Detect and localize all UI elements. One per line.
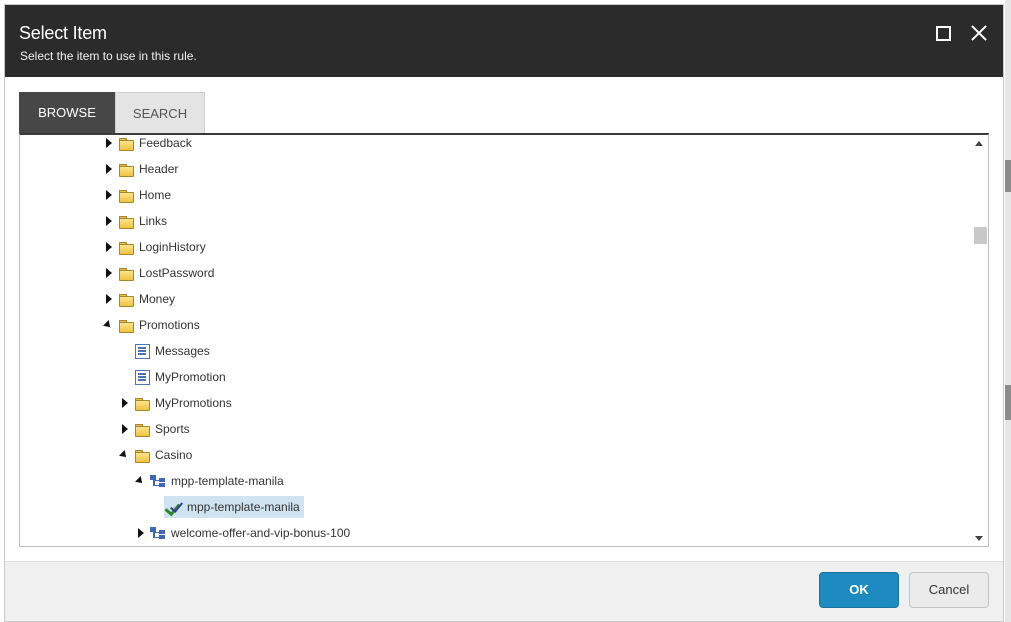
tree-node[interactable]: LostPassword: [102, 262, 214, 284]
folder-icon: [118, 291, 134, 307]
maximize-icon: [936, 26, 951, 41]
tree-node[interactable]: MyPromotions: [118, 392, 232, 414]
template-icon: [150, 473, 166, 489]
check-icon: [166, 499, 182, 515]
scroll-up-icon[interactable]: [975, 141, 983, 146]
folder-icon: [118, 317, 134, 333]
dialog-subtitle: Select the item to use in this rule.: [20, 49, 197, 63]
tree-node[interactable]: Links: [102, 210, 167, 232]
tree-node[interactable]: welcome-offer-and-vip-bonus-100: [134, 522, 350, 544]
collapse-arrow-icon[interactable]: [102, 318, 116, 332]
expand-arrow-icon[interactable]: [102, 292, 116, 306]
tree-panel: Feedback Header Home Links LoginHistory LostP…: [19, 133, 989, 547]
close-button[interactable]: [969, 23, 989, 43]
selected-item[interactable]: mpp-template-manila: [164, 496, 304, 518]
folder-icon: [118, 213, 134, 229]
tree-node-label[interactable]: mpp-template-manila: [171, 474, 284, 488]
vertical-scrollbar[interactable]: [971, 135, 988, 546]
tree-node-label[interactable]: Promotions: [139, 318, 200, 332]
tree-node[interactable]: MyPromotion: [118, 366, 226, 388]
expand-arrow-icon[interactable]: [102, 266, 116, 280]
tree-node[interactable]: Feedback: [102, 135, 192, 154]
tree-node-label[interactable]: MyPromotion: [155, 370, 226, 384]
folder-icon: [134, 447, 150, 463]
scroll-thumb[interactable]: [974, 227, 987, 244]
expand-arrow-icon[interactable]: [102, 214, 116, 228]
tree-node[interactable]: Home: [102, 184, 171, 206]
tree-node-label[interactable]: Messages: [155, 344, 210, 358]
tree-node-label[interactable]: mpp-template-manila: [187, 500, 300, 514]
tree-node-label[interactable]: Casino: [155, 448, 192, 462]
tree-node[interactable]: Money: [102, 288, 175, 310]
tree-node[interactable]: LoginHistory: [102, 236, 206, 258]
expand-arrow-icon[interactable]: [118, 396, 132, 410]
folder-icon: [118, 187, 134, 203]
template-icon: [150, 525, 166, 541]
folder-icon: [118, 239, 134, 255]
tree-node[interactable]: Header: [102, 158, 178, 180]
dialog-footer: OK Cancel: [5, 561, 1003, 621]
expand-arrow-icon[interactable]: [134, 526, 148, 540]
tree-node[interactable]: Casino: [118, 444, 192, 466]
tree-node-label[interactable]: Feedback: [139, 136, 192, 150]
ok-button[interactable]: OK: [819, 572, 899, 608]
tree-node-label[interactable]: MyPromotions: [155, 396, 232, 410]
item-icon: [134, 343, 150, 359]
tab-browse[interactable]: BROWSE: [19, 92, 115, 133]
expand-arrow-icon[interactable]: [102, 188, 116, 202]
maximize-button[interactable]: [934, 23, 954, 43]
tree-node-label[interactable]: Header: [139, 162, 178, 176]
tree-node[interactable]: Promotions: [102, 314, 200, 336]
expand-arrow-icon[interactable]: [118, 422, 132, 436]
expand-arrow-icon[interactable]: [102, 240, 116, 254]
dialog-header: Select Item Select the item to use in th…: [5, 5, 1003, 77]
select-item-dialog: Select Item Select the item to use in th…: [4, 4, 1004, 622]
tree-node-label[interactable]: welcome-offer-and-vip-bonus-100: [171, 526, 350, 540]
folder-icon: [118, 135, 134, 151]
tree-node[interactable]: Sports: [118, 418, 190, 440]
item-icon: [134, 369, 150, 385]
collapse-arrow-icon[interactable]: [118, 448, 132, 462]
dialog-title: Select Item: [19, 23, 107, 43]
expand-arrow-icon[interactable]: [102, 162, 116, 176]
background-edge: [1005, 0, 1011, 622]
cancel-button[interactable]: Cancel: [909, 572, 989, 608]
folder-icon: [134, 395, 150, 411]
tree-node-label[interactable]: Money: [139, 292, 175, 306]
folder-icon: [118, 161, 134, 177]
folder-icon: [118, 265, 134, 281]
tree-node-label[interactable]: Links: [139, 214, 167, 228]
tab-search[interactable]: SEARCH: [115, 92, 205, 133]
tree-node-label[interactable]: Sports: [155, 422, 190, 436]
background-mark: [1005, 385, 1011, 420]
background-mark: [1005, 160, 1011, 192]
tree-node[interactable]: Messages: [118, 340, 210, 362]
expand-arrow-icon[interactable]: [102, 136, 116, 150]
tree-node-label[interactable]: Home: [139, 188, 171, 202]
tree-node-label[interactable]: LoginHistory: [139, 240, 206, 254]
scroll-down-icon[interactable]: [975, 536, 983, 541]
collapse-arrow-icon[interactable]: [134, 474, 148, 488]
tree-node[interactable]: mpp-template-manila: [134, 470, 284, 492]
tree-node-label[interactable]: LostPassword: [139, 266, 214, 280]
tree-node[interactable]: mpp-template-manila: [150, 496, 304, 518]
folder-icon: [134, 421, 150, 437]
